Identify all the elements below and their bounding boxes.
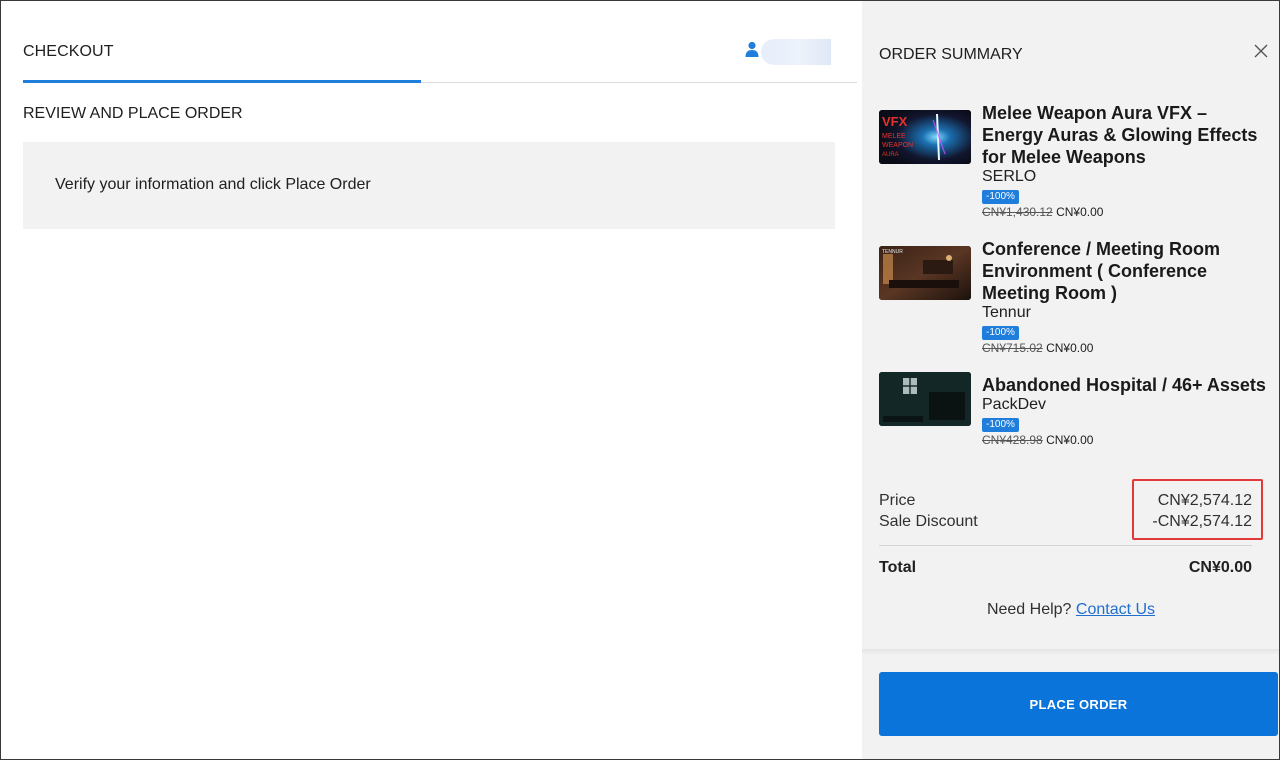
item-title[interactable]: Conference / Meeting Room Environment ( …	[982, 238, 1268, 304]
item-seller: Tennur	[982, 304, 1031, 321]
svg-text:TENNUR: TENNUR	[882, 249, 903, 255]
item-info: Abandoned Hospital / 46+ Assets PackDev …	[982, 374, 1268, 448]
item-seller: PackDev	[982, 396, 1047, 413]
discount-label: Sale Discount	[879, 513, 978, 530]
checkout-window: CHECKOUT REVIEW AND PLACE ORDER Verify y…	[0, 0, 1280, 760]
item-thumbnail[interactable]: TENNUR	[879, 246, 971, 300]
help-section: Need Help? Contact Us	[862, 601, 1279, 619]
order-summary-title: ORDER SUMMARY	[879, 46, 1023, 63]
user-icon	[745, 41, 759, 57]
account-name-redacted	[761, 39, 831, 65]
order-summary-panel: ORDER SUMMARY VFX MELEE WEAPON AURA Mele…	[862, 1, 1279, 759]
sale-price: CN¥0.00	[1056, 205, 1104, 219]
place-order-button[interactable]: PLACE ORDER	[879, 672, 1278, 736]
discount-badge: -100%	[982, 190, 1019, 204]
item-title[interactable]: Abandoned Hospital / 46+ Assets	[982, 374, 1268, 396]
discount-badge: -100%	[982, 326, 1019, 340]
info-box: Verify your information and click Place …	[23, 142, 835, 229]
sale-price: CN¥0.00	[1046, 341, 1094, 355]
item-prices: CN¥715.02 CN¥0.00	[982, 340, 1268, 356]
item-seller: SERLO	[982, 168, 1037, 185]
item-thumbnail[interactable]	[879, 372, 971, 426]
discount-badge: -100%	[982, 418, 1019, 432]
original-price: CN¥428.98	[982, 433, 1043, 447]
item-title[interactable]: Melee Weapon Aura VFX – Energy Auras & G…	[982, 102, 1268, 168]
close-icon	[1254, 44, 1268, 58]
total-value: CN¥0.00	[1188, 559, 1252, 576]
item-prices: CN¥1,430.12 CN¥0.00	[982, 204, 1268, 220]
section-title: REVIEW AND PLACE ORDER	[23, 105, 243, 122]
total-row: Total CN¥0.00	[879, 559, 1252, 581]
sale-price: CN¥0.00	[1046, 433, 1094, 447]
summary-divider	[879, 545, 1252, 546]
account-menu[interactable]	[745, 39, 831, 65]
tab-checkout[interactable]: CHECKOUT	[23, 43, 114, 61]
item-prices: CN¥428.98 CN¥0.00	[982, 432, 1268, 448]
footer-separator	[862, 649, 1279, 655]
checkout-tabbar: CHECKOUT	[23, 31, 857, 83]
help-text: Need Help?	[986, 601, 1072, 618]
original-price: CN¥1,430.12	[982, 205, 1053, 219]
item-info: Melee Weapon Aura VFX – Energy Auras & G…	[982, 102, 1268, 220]
price-label: Price	[879, 492, 916, 509]
total-label: Total	[879, 559, 917, 576]
svg-text:MELEE: MELEE	[882, 133, 906, 140]
info-message: Verify your information and click Place …	[55, 176, 371, 193]
tab-active-indicator	[23, 80, 421, 83]
original-price: CN¥715.02	[982, 341, 1043, 355]
svg-text:WEAPON: WEAPON	[882, 142, 913, 149]
item-thumbnail[interactable]: VFX MELEE WEAPON AURA	[879, 110, 971, 164]
highlight-annotation	[1132, 479, 1263, 540]
svg-text:VFX: VFX	[882, 114, 908, 129]
svg-text:AURA: AURA	[882, 152, 899, 158]
checkout-main: CHECKOUT REVIEW AND PLACE ORDER Verify y…	[1, 1, 861, 759]
contact-us-link[interactable]: Contact Us	[1076, 601, 1155, 618]
item-info: Conference / Meeting Room Environment ( …	[982, 238, 1268, 356]
close-button[interactable]	[1252, 42, 1270, 60]
